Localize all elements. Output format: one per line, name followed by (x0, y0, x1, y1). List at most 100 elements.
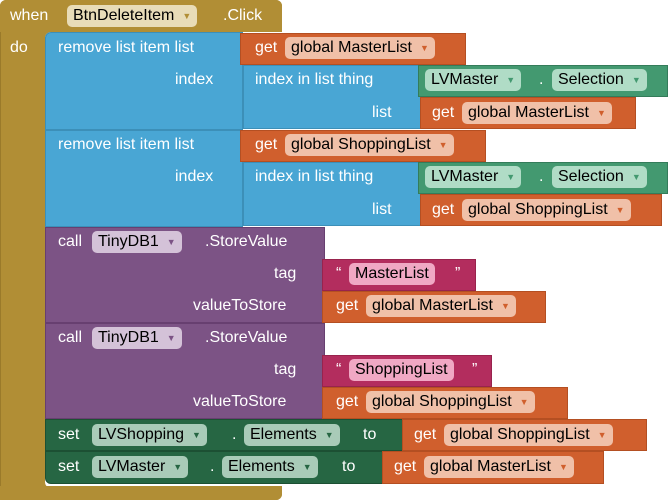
get-label: get (414, 426, 437, 443)
variable-name: global MasterList (372, 297, 493, 315)
property-dropdown[interactable]: Elements ▼ (244, 424, 340, 446)
dot-label: . (210, 458, 215, 475)
value-to-store-label: valueToStore (193, 393, 287, 410)
tag-label: tag (274, 361, 297, 378)
variable-dropdown[interactable]: global ShoppingList ▼ (285, 134, 454, 156)
dropdown-arrow-icon: ▼ (166, 333, 176, 343)
dropdown-arrow-icon: ▼ (302, 462, 312, 472)
property-name: Elements (250, 426, 317, 444)
text-field[interactable]: MasterList (349, 263, 435, 285)
component-dropdown[interactable]: LVMaster ▼ (425, 166, 522, 188)
property-dropdown[interactable]: Elements ▼ (222, 456, 318, 478)
get-label: get (336, 297, 359, 314)
call-label: call (58, 233, 83, 250)
dropdown-arrow-icon: ▼ (506, 172, 516, 182)
component-name: LVMaster (431, 71, 499, 89)
dropdown-arrow-icon: ▼ (438, 140, 448, 150)
dropdown-arrow-icon: ▼ (631, 172, 641, 182)
component-name: LVMaster (431, 168, 499, 186)
variable-dropdown[interactable]: global MasterList ▼ (424, 456, 574, 478)
variable-name: global ShoppingList (450, 426, 590, 444)
set-label: set (58, 426, 80, 443)
component-dropdown[interactable]: TinyDB1 ▼ (92, 327, 182, 349)
remove-list-item-label: remove list item list (58, 136, 195, 153)
dropdown-arrow-icon: ▼ (324, 430, 334, 440)
dropdown-arrow-icon: ▼ (596, 108, 606, 118)
dropdown-arrow-icon: ▼ (558, 462, 568, 472)
property-dropdown[interactable]: Selection ▼ (552, 69, 647, 91)
method-label: .StoreValue (205, 329, 288, 346)
component-dropdown[interactable]: BtnDeleteItem ▼ (67, 5, 198, 27)
index-in-list-label: index in list thing (255, 71, 374, 88)
text-value: ShoppingList (355, 361, 448, 378)
property-name: Elements (228, 458, 295, 476)
dot-label: . (539, 71, 544, 88)
get-label: get (255, 39, 278, 56)
text-field[interactable]: ShoppingList (349, 359, 454, 381)
component-dropdown[interactable]: LVMaster ▼ (92, 456, 189, 478)
remove-list-item-label: remove list item list (58, 39, 195, 56)
value-to-store-label: valueToStore (193, 297, 287, 314)
variable-dropdown[interactable]: global ShoppingList ▼ (444, 424, 613, 446)
index-label: index (175, 71, 214, 88)
variable-dropdown[interactable]: global ShoppingList ▼ (462, 199, 631, 221)
dropdown-arrow-icon: ▼ (419, 43, 429, 53)
do-label: do (10, 39, 28, 56)
method-label: .StoreValue (205, 233, 288, 250)
property-dropdown[interactable]: Selection ▼ (552, 166, 647, 188)
component-dropdown[interactable]: LVShopping ▼ (92, 424, 207, 446)
dropdown-arrow-icon: ▼ (615, 205, 625, 215)
dropdown-arrow-icon: ▼ (166, 237, 176, 247)
dropdown-arrow-icon: ▼ (500, 301, 510, 311)
to-label: to (342, 458, 356, 475)
component-dropdown[interactable]: LVMaster ▼ (425, 69, 522, 91)
when-label: when (10, 7, 49, 24)
variable-dropdown[interactable]: global MasterList ▼ (462, 102, 612, 124)
variable-name: global MasterList (468, 104, 589, 122)
component-dropdown[interactable]: TinyDB1 ▼ (92, 231, 182, 253)
get-label: get (432, 104, 455, 121)
set-label: set (58, 458, 80, 475)
component-name: LVShopping (98, 426, 184, 444)
dropdown-arrow-icon: ▼ (597, 430, 607, 440)
tag-label: tag (274, 265, 297, 282)
get-label: get (336, 393, 359, 410)
dropdown-arrow-icon: ▼ (182, 11, 192, 21)
dropdown-arrow-icon: ▼ (506, 75, 516, 85)
variable-dropdown[interactable]: global MasterList ▼ (285, 37, 435, 59)
dot-label: . (539, 168, 544, 185)
index-label: index (175, 168, 214, 185)
variable-dropdown[interactable]: global MasterList ▼ (366, 295, 516, 317)
component-name: TinyDB1 (98, 233, 159, 251)
index-in-list-label: index in list thing (255, 168, 374, 185)
close-quote: ” (455, 265, 461, 282)
dropdown-arrow-icon: ▼ (631, 75, 641, 85)
open-quote: “ (336, 361, 342, 378)
property-name: Selection (558, 168, 624, 186)
variable-name: global MasterList (430, 458, 551, 476)
property-name: Selection (558, 71, 624, 89)
get-label: get (432, 201, 455, 218)
component-name: BtnDeleteItem (73, 7, 175, 25)
variable-name: global MasterList (291, 39, 412, 57)
component-name: TinyDB1 (98, 329, 159, 347)
dropdown-arrow-icon: ▼ (192, 430, 201, 440)
list-label: list (372, 104, 392, 121)
dot-label: . (232, 426, 237, 443)
variable-name: global ShoppingList (291, 136, 431, 154)
component-name: LVMaster (98, 458, 166, 476)
call-label: call (58, 329, 83, 346)
variable-dropdown[interactable]: global ShoppingList ▼ (366, 391, 535, 413)
text-value: MasterList (355, 265, 429, 282)
close-quote: ” (472, 361, 478, 378)
get-label: get (255, 136, 278, 153)
open-quote: “ (336, 265, 342, 282)
dropdown-arrow-icon: ▼ (519, 397, 529, 407)
variable-name: global ShoppingList (372, 393, 512, 411)
event-name-label: .Click (223, 7, 263, 24)
list-label: list (372, 201, 392, 218)
variable-name: global ShoppingList (468, 201, 608, 219)
dropdown-arrow-icon: ▼ (173, 462, 183, 472)
get-label: get (394, 458, 417, 475)
to-label: to (363, 426, 377, 443)
